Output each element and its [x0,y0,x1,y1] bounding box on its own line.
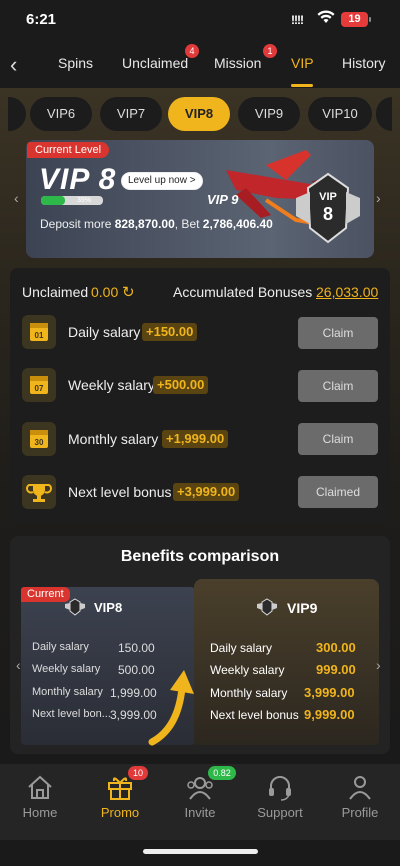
vip9-small-emblem-icon [256,598,278,621]
nav-support-label: Support [257,805,303,820]
nav-profile-label: Profile [341,805,379,820]
wifi-icon [317,10,335,27]
unclaimed-label: Unclaimed [22,284,89,300]
current-level-tag: Current Level [27,142,110,158]
deposit-requirement: Deposit more 828,870.00, Bet 2,786,406.4… [40,217,273,231]
next-level-label: VIP 9 [207,192,239,207]
battery-icon: 19 [341,12,371,27]
level-progress-bar: 39% [41,196,103,205]
left-daily-value: 150.00 [118,641,155,655]
back-arrow-icon[interactable]: ‹ [10,52,17,78]
nav-promo-label: Promo [100,805,140,820]
vip-tab-7[interactable]: VIP7 [100,97,162,131]
right-daily-label: Daily salary [210,641,273,655]
current-vip-name: VIP8 [94,600,123,615]
headset-icon [269,776,291,801]
weekly-salary-amount: +500.00 [153,376,209,394]
daily-salary-label: Daily salary [68,324,141,340]
right-weekly-value: 999.00 [316,662,356,677]
home-indicator [143,849,258,854]
tab-vip[interactable]: VIP [291,55,314,71]
tab-mission[interactable]: Mission [214,55,261,71]
right-monthly-label: Monthly salary [210,686,288,700]
deposit-amount: 828,870.00 [114,217,175,231]
vip-tab-10[interactable]: VIP10 [308,97,372,131]
left-nextbonus-label: Next level bon... [32,708,111,720]
invite-badge: 0.82 [208,766,236,780]
daily-claim-button[interactable]: Claim [298,317,378,349]
nav-home-label: Home [22,805,58,820]
weekly-claim-button[interactable]: Claim [298,370,378,402]
banner-next-icon[interactable]: › [376,190,381,206]
weekly-salary-label: Weekly salary [68,377,155,393]
banner-prev-icon[interactable]: ‹ [14,190,19,206]
daily-salary-amount: +150.00 [142,323,198,341]
monthly-salary-label: Monthly salary [68,431,159,447]
right-nextbonus-value: 9,999.00 [304,707,355,722]
unclaimed-value: 0.00 [91,284,119,300]
svg-text:07: 07 [35,384,44,393]
vip-tab-6[interactable]: VIP6 [30,97,92,131]
next-level-bonus-amount: +3,999.00 [173,483,240,501]
tab-spins[interactable]: Spins [58,55,93,71]
right-daily-value: 300.00 [316,640,356,655]
trophy-icon [22,475,56,509]
vip8-small-emblem-icon [64,598,86,621]
status-time: 6:21 [26,11,57,28]
profile-icon [349,776,371,800]
nav-support[interactable] [240,764,320,834]
left-daily-label: Daily salary [32,641,89,653]
svg-text:01: 01 [35,331,44,340]
unclaimed-badge: 4 [185,44,199,58]
bet-amount: 2,786,406.40 [202,217,273,231]
calendar-daily-icon: 01 [22,315,56,349]
nav-profile[interactable] [320,764,400,834]
signal-icon: !!!! [291,13,304,27]
tab-unclaimed[interactable]: Unclaimed [122,55,188,71]
next-vip-name: VIP9 [287,600,318,616]
current-level-title: VIP 8 [39,163,117,196]
level-progress-text: 39% [76,197,91,204]
vip-tab-8[interactable]: VIP8 [168,97,230,131]
right-monthly-value: 3,999.00 [304,685,355,700]
compare-next-icon[interactable]: › [376,657,381,673]
level-up-button[interactable]: Level up now > [121,172,203,190]
benefits-title: Benefits comparison [120,548,280,565]
emblem-number: 8 [323,204,333,224]
calendar-monthly-icon: 30 [22,422,56,456]
vip8-emblem-icon: VIP 8 [296,172,360,244]
left-weekly-label: Weekly salary [32,663,101,675]
current-tag: Current [21,587,70,602]
vip-tab-9[interactable]: VIP9 [238,97,300,131]
upgrade-arrow-icon [148,668,200,751]
tab-vip-underline [291,84,313,87]
right-weekly-label: Weekly salary [210,663,285,677]
nav-home[interactable] [0,764,80,834]
accumulated-value[interactable]: 26,033.00 [316,284,378,300]
nav-promo[interactable] [80,764,160,834]
refresh-icon[interactable]: ↻ [122,283,135,301]
emblem-vip-text: VIP [319,191,337,203]
next-level-claimed-button[interactable]: Claimed [298,476,378,508]
monthly-claim-button[interactable]: Claim [298,423,378,455]
right-nextbonus-label: Next level bonus [210,708,299,722]
promo-badge: 10 [128,766,148,780]
compare-prev-icon[interactable]: ‹ [16,657,21,673]
svg-text:30: 30 [35,438,44,447]
home-icon [28,775,52,799]
left-monthly-label: Monthly salary [32,686,103,698]
nav-invite-label: Invite [184,805,216,820]
status-bar: 6:21 !!!! 19 [0,0,400,40]
next-level-bonus-label: Next level bonus [68,484,172,500]
tab-history[interactable]: History [342,55,386,71]
accumulated-label: Accumulated Bonuses [173,284,313,300]
calendar-weekly-icon: 07 [22,368,56,402]
mission-badge: 1 [263,44,277,58]
monthly-salary-amount: +1,999.00 [162,430,229,448]
